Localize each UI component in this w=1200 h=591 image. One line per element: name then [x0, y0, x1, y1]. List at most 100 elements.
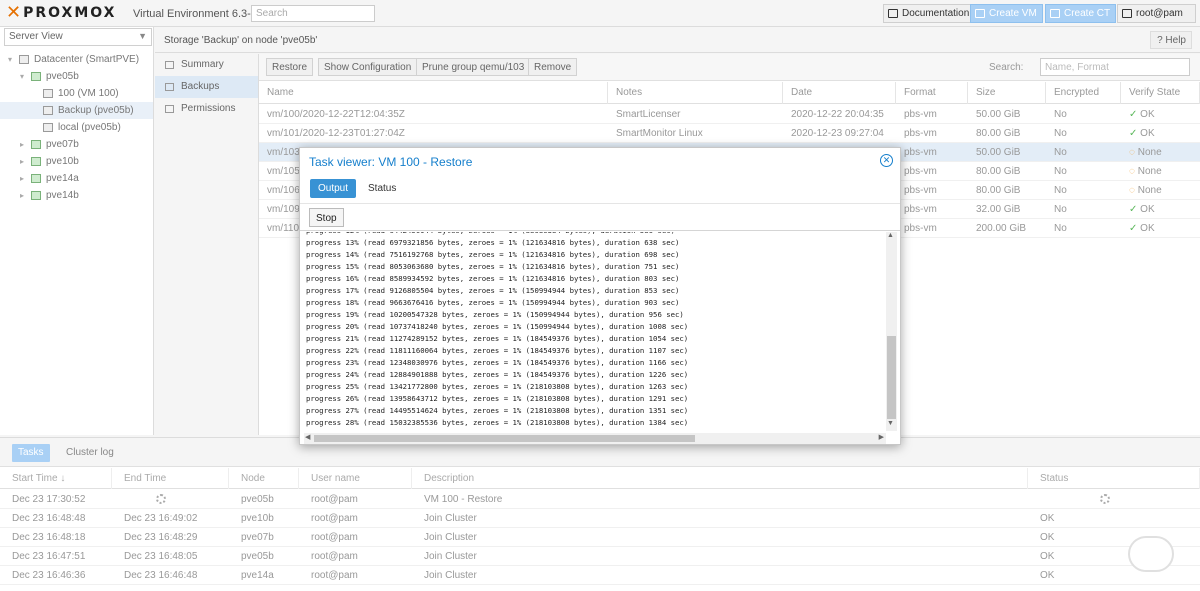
- global-search-input[interactable]: Search: [251, 5, 375, 22]
- submenu-label: Summary: [181, 59, 224, 70]
- prune-group-button[interactable]: Prune group qemu/103: [416, 58, 531, 76]
- tab-status[interactable]: Status: [360, 179, 404, 198]
- column-header[interactable]: Name: [259, 82, 608, 104]
- stop-button[interactable]: Stop: [309, 208, 344, 227]
- table-row[interactable]: Dec 23 16:46:36 Dec 23 16:46:48 pve14a root…: [0, 566, 1200, 585]
- chevron-right-icon[interactable]: ▸: [20, 187, 24, 204]
- storage-icon: [43, 123, 53, 132]
- tree-item[interactable]: ▸ pve14a: [0, 170, 153, 187]
- tree-item[interactable]: ▸ pve07b: [0, 136, 153, 153]
- check-icon: ✓: [1129, 128, 1141, 139]
- scrollbar-thumb[interactable]: [887, 336, 896, 419]
- table-cell: 80.00 GiB: [976, 185, 1021, 196]
- column-header[interactable]: Description: [412, 468, 1028, 489]
- submenu-backups[interactable]: Backups: [155, 76, 258, 98]
- documentation-button[interactable]: Documentation: [883, 4, 976, 23]
- remove-button[interactable]: Remove: [528, 58, 578, 76]
- tab-cluster-log[interactable]: Cluster log: [60, 444, 120, 462]
- verify-state-cell: ✓ OK: [1129, 109, 1155, 120]
- create-ct-button[interactable]: Create CT: [1045, 4, 1117, 23]
- column-header[interactable]: Size: [968, 82, 1046, 104]
- content-header: Storage 'Backup' on node 'pve05b' ? Help: [155, 27, 1200, 53]
- page-title: Storage 'Backup' on node 'pve05b': [164, 35, 318, 46]
- table-cell: 50.00 GiB: [976, 109, 1021, 120]
- help-button[interactable]: ? Help: [1150, 31, 1192, 49]
- chevron-right-icon[interactable]: ▸: [20, 170, 24, 187]
- chevron-down-icon[interactable]: ▾: [20, 68, 24, 85]
- check-icon: ✓: [1129, 109, 1141, 120]
- log-line: progress 19% (read 10200547328 bytes, ze…: [306, 310, 684, 319]
- column-header[interactable]: Start Time ↓: [0, 468, 112, 489]
- server-view-select[interactable]: Server View ▼: [4, 28, 152, 46]
- table-cell: No: [1054, 166, 1067, 177]
- table-row[interactable]: Dec 23 17:30:52 pve05b root@pam VM 100 - Re…: [0, 490, 1200, 509]
- scrollbar-thumb[interactable]: [314, 435, 695, 442]
- submenu-summary[interactable]: Summary: [155, 54, 258, 76]
- proxmox-x-icon: ✕: [6, 2, 22, 23]
- show-configuration-button[interactable]: Show Configuration: [318, 58, 418, 76]
- tree-item[interactable]: Backup (pve05b): [0, 102, 153, 119]
- tree-item[interactable]: local (pve05b): [0, 119, 153, 136]
- vertical-scrollbar[interactable]: ▲ ▼: [886, 232, 897, 431]
- tab-output[interactable]: Output: [310, 179, 357, 198]
- table-cell: SmartLicenser: [616, 109, 681, 120]
- chevron-right-icon[interactable]: ▸: [20, 153, 24, 170]
- column-header[interactable]: User name: [299, 468, 412, 489]
- table-row[interactable]: Dec 23 16:48:18 Dec 23 16:48:29 pve07b root…: [0, 528, 1200, 547]
- restore-button[interactable]: Restore: [266, 58, 314, 76]
- tree-item[interactable]: ▾ Datacenter (SmartPVE): [0, 51, 153, 68]
- horizontal-scrollbar[interactable]: ◀ ▶: [304, 433, 886, 444]
- tree-item-label: local (pve05b): [58, 122, 121, 133]
- table-row[interactable]: Dec 23 16:47:51 Dec 23 16:48:05 pve05b root…: [0, 547, 1200, 566]
- column-header[interactable]: Node: [229, 468, 299, 489]
- scroll-up-icon[interactable]: ▲: [887, 232, 894, 239]
- tree-item[interactable]: 100 (VM 100): [0, 85, 153, 102]
- table-cell: Dec 23 16:48:18: [12, 532, 86, 543]
- node-icon: [31, 191, 41, 200]
- tab-tasks[interactable]: Tasks: [12, 444, 50, 462]
- column-header[interactable]: Format: [896, 82, 968, 104]
- log-line: progress 14% (read 7516192768 bytes, zer…: [306, 250, 680, 259]
- table-row[interactable]: vm/101/2020-12-23T01:27:04Z SmartMonitor …: [259, 124, 1200, 143]
- proxmox-brand: PROXMOX: [23, 5, 117, 21]
- chevron-down-icon[interactable]: ▾: [8, 51, 12, 68]
- table-cell: pbs-vm: [904, 128, 937, 139]
- log-line: progress 17% (read 9126805504 bytes, zer…: [306, 286, 680, 295]
- dialog-title: Task viewer: VM 100 - Restore: [309, 155, 473, 169]
- create-vm-button[interactable]: Create VM: [970, 4, 1043, 23]
- column-header[interactable]: End Time: [112, 468, 229, 489]
- table-cell: OK: [1040, 532, 1055, 543]
- table-row[interactable]: vm/100/2020-12-22T12:04:35Z SmartLicenser…: [259, 105, 1200, 124]
- table-cell: No: [1054, 147, 1067, 158]
- column-header[interactable]: Status: [1028, 468, 1200, 489]
- column-header[interactable]: Verify State: [1121, 82, 1200, 104]
- table-cell: 80.00 GiB: [976, 128, 1021, 139]
- submenu-permissions[interactable]: Permissions: [155, 98, 258, 120]
- column-header[interactable]: Date: [783, 82, 896, 104]
- scroll-down-icon[interactable]: ▼: [887, 420, 894, 427]
- chevron-right-icon[interactable]: ▸: [20, 136, 24, 153]
- column-header[interactable]: Notes: [608, 82, 783, 104]
- verify-state-cell: ✓ OK: [1129, 204, 1155, 215]
- tree-item[interactable]: ▸ pve10b: [0, 153, 153, 170]
- node-icon: [31, 72, 41, 81]
- user-menu-button[interactable]: root@pam: [1117, 4, 1196, 23]
- scroll-right-icon[interactable]: ▶: [879, 433, 884, 441]
- table-cell: root@pam: [311, 532, 358, 543]
- table-cell: Join Cluster: [424, 570, 477, 581]
- table-row[interactable]: Dec 23 16:48:48 Dec 23 16:49:02 pve10b root…: [0, 509, 1200, 528]
- table-cell: Dec 23 17:30:52: [12, 494, 86, 505]
- log-line: progress 23% (read 12348030976 bytes, ze…: [306, 358, 689, 367]
- tree-item[interactable]: ▸ pve14b: [0, 187, 153, 204]
- datacenter-icon: [19, 55, 29, 64]
- column-header[interactable]: Encrypted: [1046, 82, 1121, 104]
- backup-search-input[interactable]: Name, Format: [1040, 58, 1190, 76]
- verify-state-cell: ✓ OK: [1129, 128, 1155, 139]
- table-cell: pve05b: [241, 551, 274, 562]
- close-icon[interactable]: ✕: [880, 154, 893, 167]
- unlock-icon: [165, 105, 174, 113]
- table-cell: Dec 23 16:46:36: [12, 570, 86, 581]
- tree-item[interactable]: ▾ pve05b: [0, 68, 153, 85]
- scroll-left-icon[interactable]: ◀: [305, 433, 310, 441]
- chevron-down-icon: ▼: [138, 31, 147, 41]
